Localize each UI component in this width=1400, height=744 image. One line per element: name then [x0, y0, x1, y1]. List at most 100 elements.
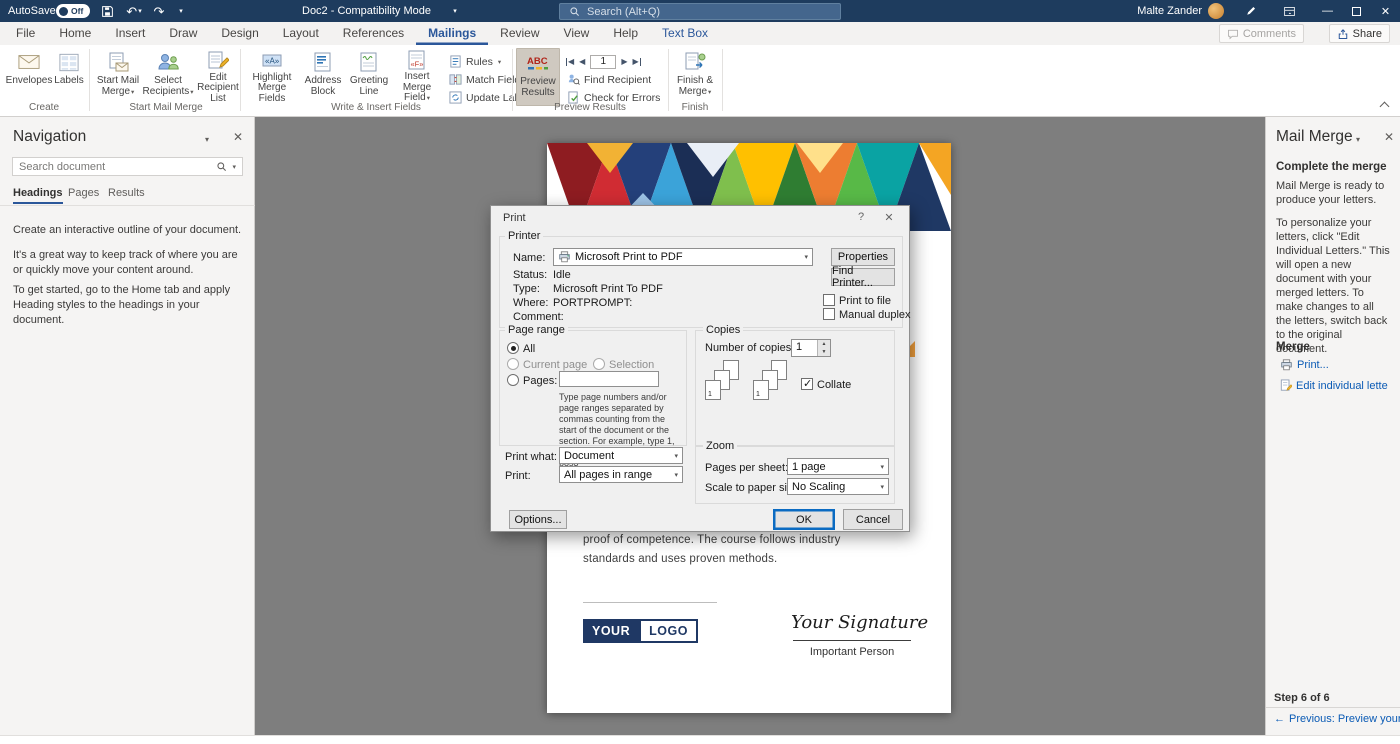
close-button[interactable]: ✕: [1371, 0, 1400, 22]
autosave-toggle[interactable]: Off: [56, 4, 90, 18]
printer-status-label: Status:: [513, 269, 547, 281]
record-navigator: ◀ ◀ 1 ▶ ▶: [566, 54, 641, 69]
nav-tab-pages[interactable]: Pages: [68, 187, 99, 202]
pages-radio[interactable]: [507, 374, 519, 386]
tab-references[interactable]: References: [331, 22, 416, 45]
editing-pen-icon[interactable]: [1242, 3, 1260, 19]
labels-button[interactable]: Labels: [52, 48, 86, 104]
last-record-icon[interactable]: ▶: [632, 58, 640, 66]
share-button[interactable]: Share: [1329, 24, 1390, 43]
navigation-pane-menu-chevron-icon[interactable]: ▾: [205, 135, 209, 144]
dialog-help-icon[interactable]: ?: [853, 211, 869, 223]
quick-access-toolbar-chevron-icon[interactable]: ▾: [172, 3, 190, 19]
mail-merge-pane-menu-chevron-icon[interactable]: ▾: [1356, 135, 1360, 144]
previous-step-label: Previous: Preview your: [1289, 713, 1400, 725]
nav-tab-results[interactable]: Results: [108, 187, 145, 202]
record-number-input[interactable]: 1: [590, 55, 616, 69]
match-fields-button[interactable]: Match Fields: [448, 72, 526, 87]
search-input[interactable]: Search (Alt+Q): [559, 3, 841, 20]
edit-individual-letters-link[interactable]: Edit individual lette: [1280, 379, 1398, 392]
finish-and-merge-button[interactable]: Finish & Merge▾: [672, 48, 718, 104]
title-dropdown-chevron-icon[interactable]: ▾: [446, 3, 464, 19]
find-recipient-button[interactable]: Find Recipient: [566, 72, 651, 87]
group-divider: [668, 49, 669, 111]
rules-button[interactable]: Rules ▾: [448, 54, 501, 69]
ribbon-tabs: File Home Insert Draw Design Layout Refe…: [0, 22, 1400, 45]
ok-button[interactable]: OK: [773, 509, 835, 530]
properties-button[interactable]: Properties: [831, 248, 895, 266]
print-range-select[interactable]: All pages in range ▾: [559, 466, 683, 483]
match-fields-icon: [448, 73, 462, 87]
undo-icon[interactable]: ↶▾: [122, 3, 146, 19]
print-link[interactable]: Print...: [1280, 359, 1398, 371]
tab-home[interactable]: Home: [47, 22, 103, 45]
printer-name-select[interactable]: Microsoft Print to PDF ▾: [553, 248, 813, 266]
tab-review[interactable]: Review: [488, 22, 551, 45]
tab-file[interactable]: File: [4, 22, 47, 45]
preview-results-toggle[interactable]: ABC Preview Results: [516, 48, 560, 106]
all-pages-radio[interactable]: [507, 342, 519, 354]
tab-mailings[interactable]: Mailings: [416, 22, 488, 45]
title-bar: AutoSave Off ↶▾ ↷ ▾ Doc2 - Compatibility…: [0, 0, 1400, 22]
avatar[interactable]: [1208, 3, 1224, 19]
ribbon-display-options-icon[interactable]: [1280, 3, 1298, 19]
pages-per-sheet-value: 1 page: [792, 461, 826, 473]
document-search-input[interactable]: Search document ▾: [12, 157, 243, 176]
current-page-radio[interactable]: [507, 358, 519, 370]
tab-insert[interactable]: Insert: [103, 22, 157, 45]
collate-preview-icon: 3 2 1: [705, 360, 749, 410]
selection-radio[interactable]: [593, 358, 605, 370]
number-of-copies-stepper[interactable]: 1 ▲▼: [791, 339, 831, 357]
tab-design[interactable]: Design: [209, 22, 270, 45]
previous-step-link[interactable]: ← Previous: Preview your: [1274, 713, 1400, 725]
select-recipients-button[interactable]: Select Recipients▾: [144, 48, 192, 104]
navigation-pane-close-icon[interactable]: ✕: [233, 130, 243, 144]
scale-to-paper-select[interactable]: No Scaling ▾: [787, 478, 889, 495]
greeting-line-icon: [358, 50, 380, 74]
highlight-merge-fields-icon: «A»: [261, 50, 283, 71]
next-record-icon[interactable]: ▶: [621, 58, 627, 66]
save-icon[interactable]: [98, 3, 116, 19]
manual-duplex-checkbox[interactable]: [823, 308, 835, 320]
start-mail-merge-button[interactable]: Start Mail Merge▾: [94, 48, 142, 104]
printer-comment-label: Comment:: [513, 311, 564, 323]
envelopes-button[interactable]: Envelopes: [8, 48, 50, 104]
collate-checkbox[interactable]: [801, 378, 813, 390]
address-block-button[interactable]: Address Block: [300, 48, 346, 104]
stepper-down-icon[interactable]: ▼: [818, 348, 830, 356]
mail-merge-pane-close-icon[interactable]: ✕: [1384, 130, 1394, 144]
greeting-line-button[interactable]: Greeting Line: [348, 48, 390, 104]
find-printer-button[interactable]: Find Printer...: [831, 268, 895, 286]
mail-merge-paragraph-1: Mail Merge is ready to produce your lett…: [1276, 179, 1392, 207]
insert-merge-field-button[interactable]: «F» Insert Merge Field▾: [392, 48, 442, 104]
collapse-ribbon-chevron-icon[interactable]: [1380, 102, 1390, 112]
minimize-button[interactable]: —: [1313, 0, 1342, 22]
tab-view[interactable]: View: [552, 22, 602, 45]
stepper-up-icon[interactable]: ▲: [818, 340, 830, 348]
redo-icon[interactable]: ↷: [150, 3, 168, 19]
chevron-down-icon: ▾: [131, 89, 134, 96]
tab-help[interactable]: Help: [601, 22, 650, 45]
print-what-select[interactable]: Document ▾: [559, 447, 683, 464]
print-to-file-checkbox[interactable]: [823, 294, 835, 306]
maximize-button[interactable]: [1342, 0, 1371, 22]
pages-input[interactable]: [559, 371, 659, 387]
copies-value: 1: [792, 340, 817, 356]
previous-record-icon[interactable]: ◀: [579, 58, 585, 66]
tab-text-box[interactable]: Text Box: [650, 22, 720, 45]
tab-layout[interactable]: Layout: [271, 22, 331, 45]
options-button[interactable]: Options...: [509, 510, 567, 529]
pages-per-sheet-select[interactable]: 1 page ▾: [787, 458, 889, 475]
user-name[interactable]: Malte Zander: [1137, 5, 1202, 17]
nav-tab-headings[interactable]: Headings: [13, 187, 63, 204]
printer-status-value: Idle: [553, 269, 571, 281]
comments-button[interactable]: Comments: [1219, 24, 1304, 43]
cancel-button[interactable]: Cancel: [843, 509, 903, 530]
svg-text:ABC: ABC: [527, 56, 548, 67]
dialog-close-icon[interactable]: ✕: [881, 211, 897, 224]
search-options-chevron-icon[interactable]: ▾: [232, 163, 236, 171]
edit-recipient-list-button[interactable]: Edit Recipient List: [194, 48, 242, 104]
first-record-icon[interactable]: ◀: [566, 58, 574, 66]
highlight-merge-fields-button[interactable]: «A» Highlight Merge Fields: [246, 48, 298, 104]
tab-draw[interactable]: Draw: [157, 22, 209, 45]
